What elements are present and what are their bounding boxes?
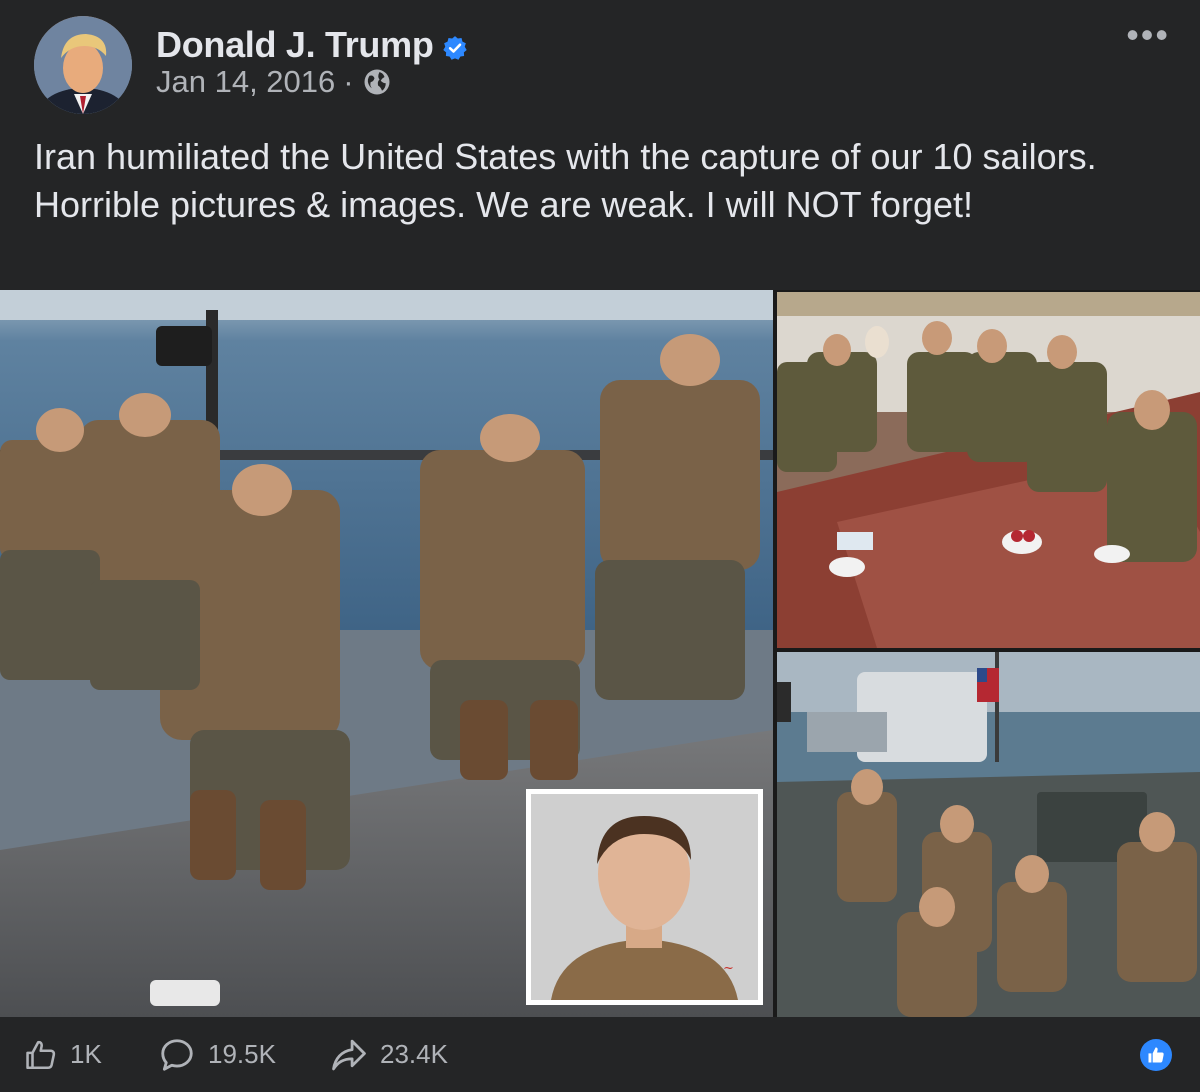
globe-icon[interactable] — [362, 67, 392, 97]
like-count: 1K — [70, 1039, 102, 1069]
comment-button[interactable]: 19.5K — [158, 1036, 276, 1074]
thumbs-up-filled-icon — [1148, 1047, 1164, 1063]
avatar-portrait-icon — [34, 16, 132, 114]
author-row: Donald J. Trump — [156, 24, 468, 66]
post-actions-bar: 1K 19.5K 23.4K — [0, 1017, 1200, 1092]
share-count: 23.4K — [380, 1039, 448, 1069]
svg-text:~: ~ — [723, 961, 734, 976]
inset-photo-area: ~ — [531, 794, 758, 1000]
author-avatar[interactable] — [34, 16, 132, 114]
media-grid: ~ — [0, 290, 1200, 1017]
more-options-button[interactable]: ••• — [1126, 14, 1170, 56]
sailors-seated-on-carpet-photo[interactable] — [777, 292, 1200, 648]
post-meta: Jan 14, 2016 · — [156, 64, 392, 100]
portrait-illustration: ~ — [531, 794, 758, 1000]
verified-badge-icon — [442, 36, 467, 60]
photo-illustration — [777, 652, 1200, 1017]
post-text: Iran humiliated the United States with t… — [34, 136, 1097, 225]
comment-bubble-icon — [161, 1038, 193, 1071]
meta-separator: · — [343, 64, 354, 99]
author-name[interactable]: Donald J. Trump — [156, 24, 434, 66]
sailors-hands-on-heads-boat-photo[interactable] — [777, 652, 1200, 1017]
share-button[interactable]: 23.4K — [330, 1038, 448, 1072]
thumbs-up-icon — [26, 1040, 56, 1069]
like-button[interactable]: 1K — [24, 1038, 102, 1072]
photo-illustration — [777, 292, 1200, 648]
comment-count: 19.5K — [208, 1039, 276, 1069]
post-card: Donald J. Trump Jan 14, 2016 · ••• Iran … — [0, 0, 1200, 1092]
sailor-portrait-inset-photo[interactable]: ~ — [526, 789, 763, 1005]
like-reaction-icon[interactable] — [1140, 1039, 1172, 1071]
share-arrow-icon — [332, 1039, 366, 1070]
post-date[interactable]: Jan 14, 2016 — [156, 64, 335, 100]
